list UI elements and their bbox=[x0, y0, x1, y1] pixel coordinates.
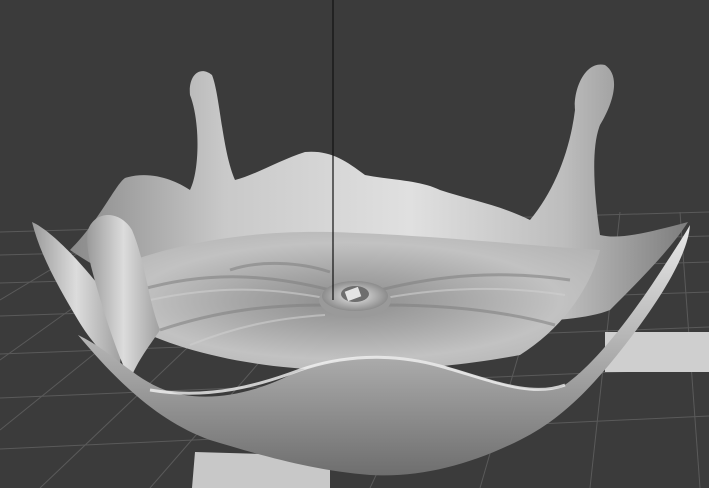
3d-viewport[interactable] bbox=[0, 0, 709, 488]
center-drain bbox=[319, 281, 391, 318]
viewport-canvas[interactable] bbox=[0, 0, 709, 488]
